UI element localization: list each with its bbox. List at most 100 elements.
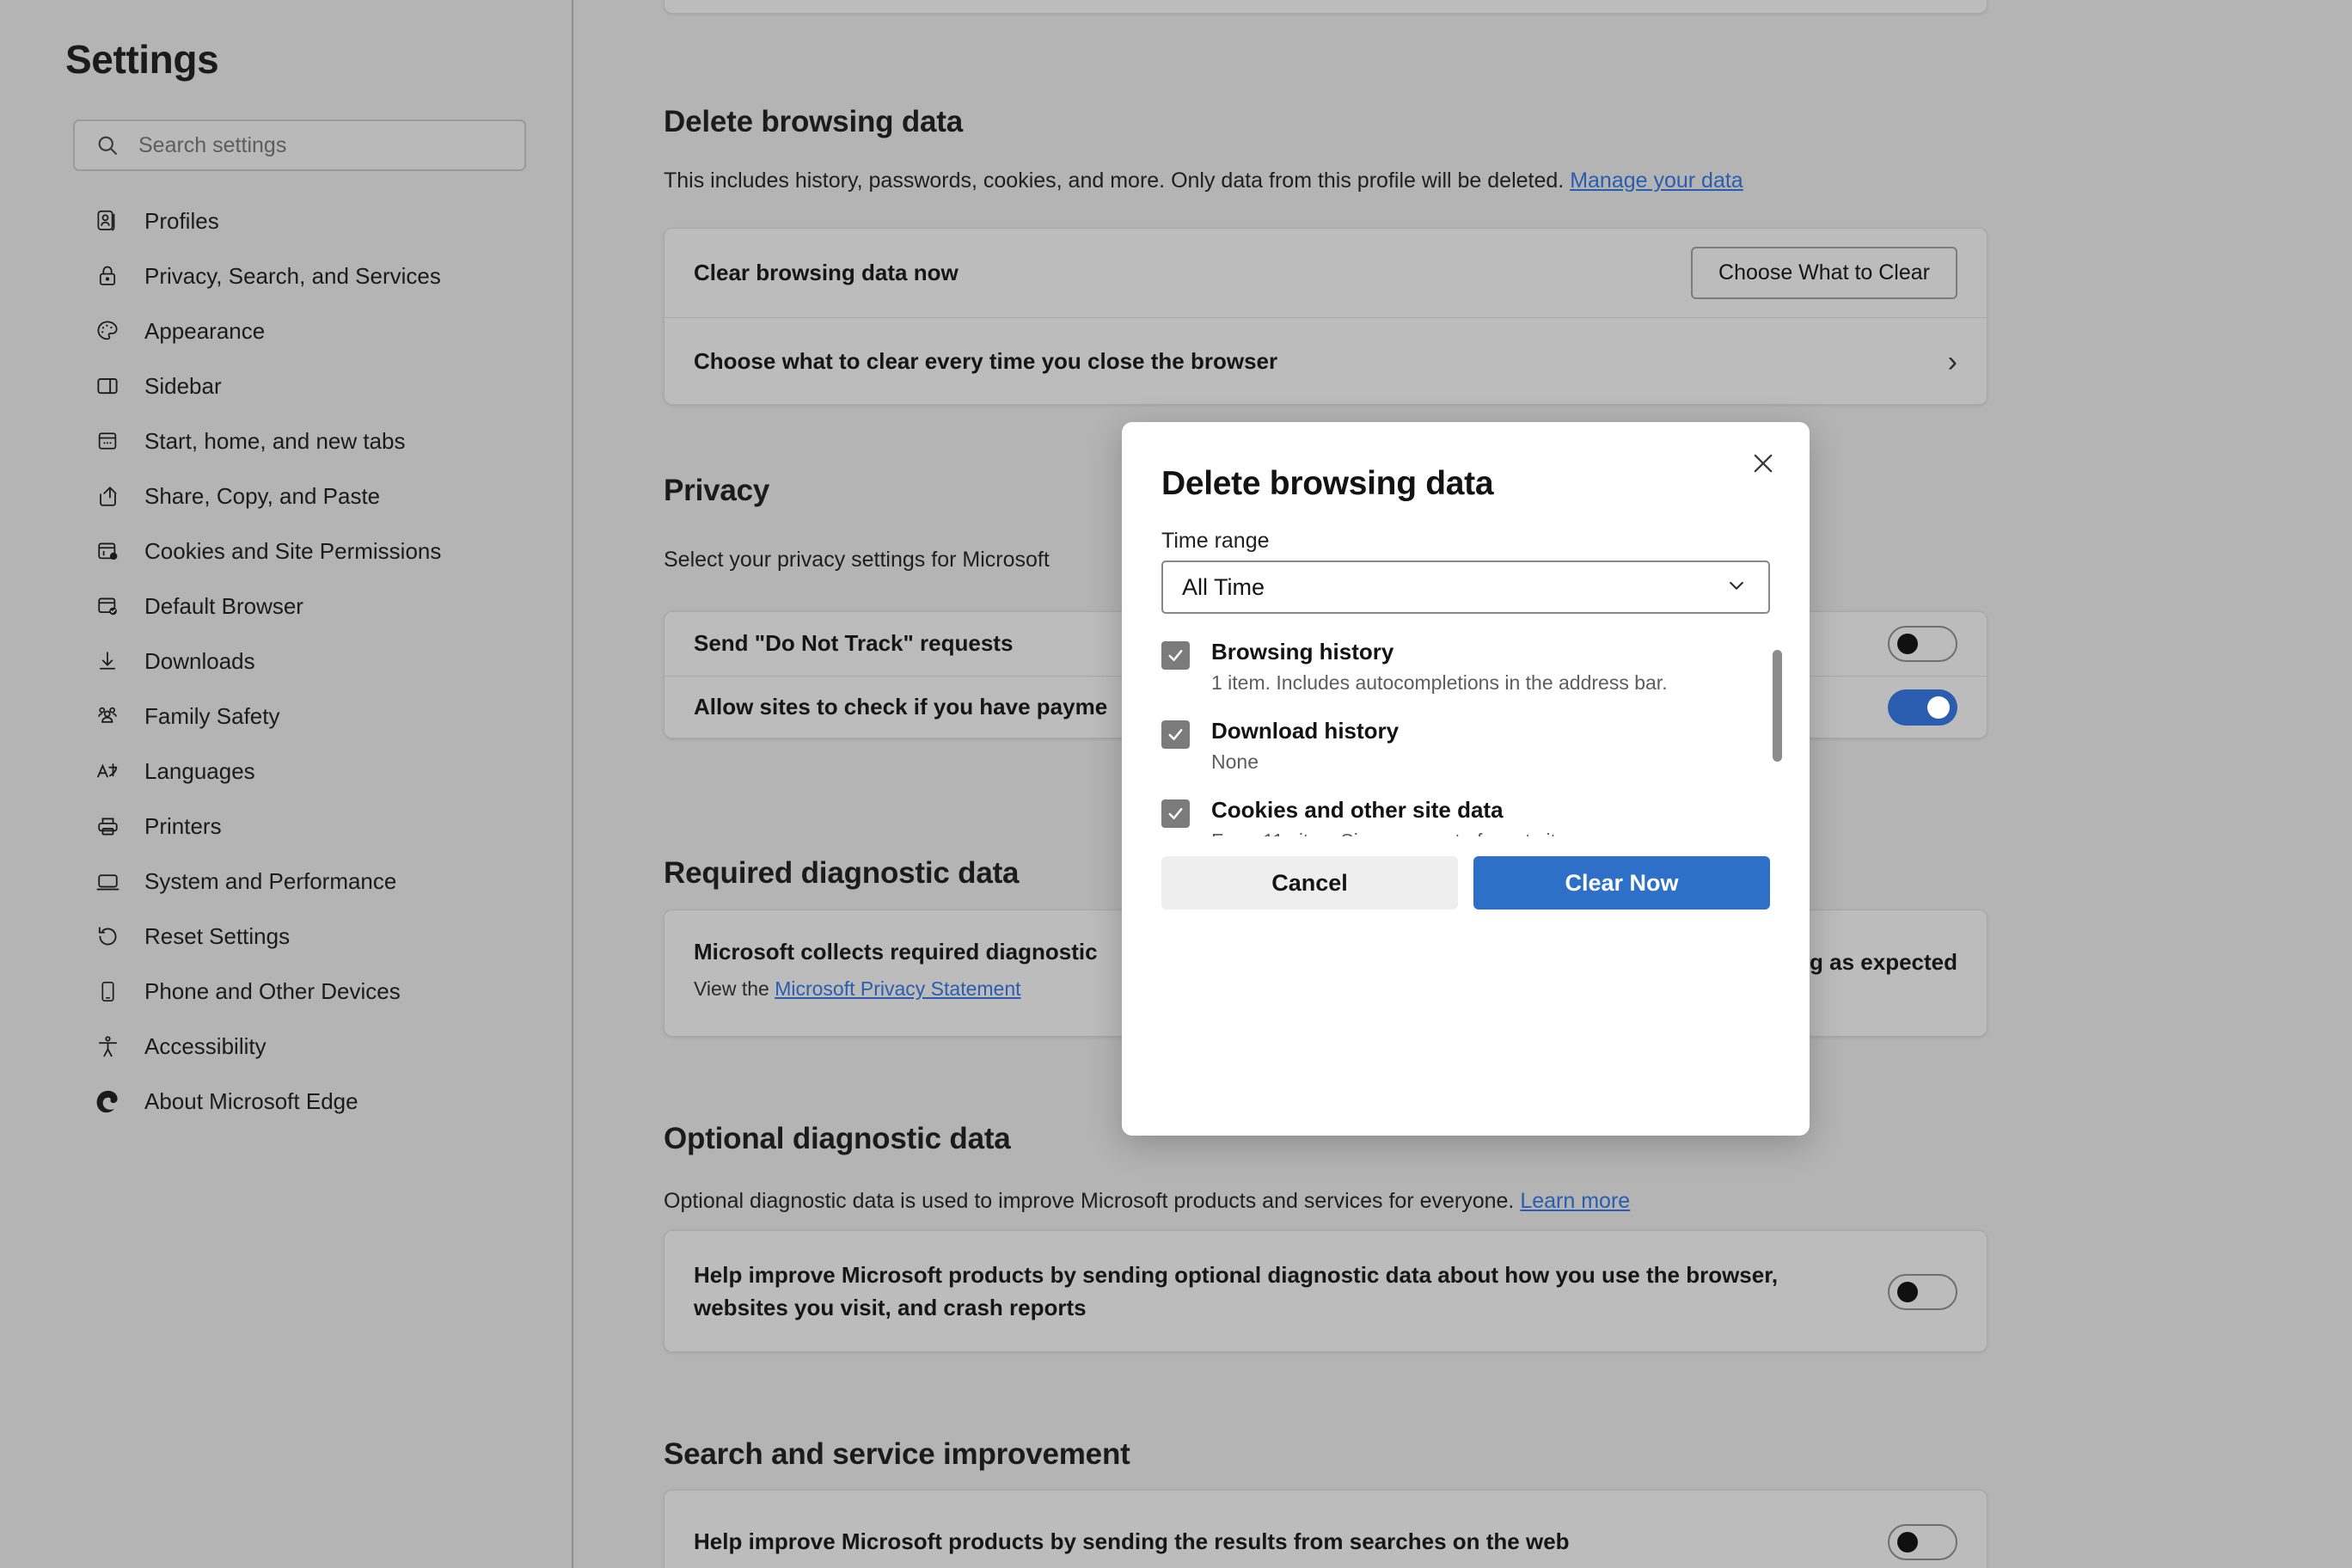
default-browser-icon — [93, 591, 122, 621]
toggle-do-not-track[interactable] — [1888, 626, 1957, 662]
dialog-actions: Cancel Clear Now — [1161, 856, 1770, 910]
close-icon[interactable] — [1741, 441, 1785, 486]
delete-browsing-data-card: Clear browsing data now Choose What to C… — [664, 228, 1988, 405]
choose-what-to-clear-button[interactable]: Choose What to Clear — [1691, 247, 1957, 299]
time-range-label: Time range — [1161, 529, 1270, 553]
list-item: Download history None — [1161, 718, 1770, 774]
sidebar-item-privacy-search-services[interactable]: Privacy, Search, and Services — [0, 248, 573, 303]
checkbox-text-block: Cookies and other site data From 11 site… — [1211, 797, 1583, 836]
sidebar-item-label: About Microsoft Edge — [144, 1087, 358, 1114]
sidebar-item-label: Privacy, Search, and Services — [144, 262, 441, 289]
sidebar-item-phone-and-other-devices[interactable]: Phone and Other Devices — [0, 964, 573, 1019]
sidebar-item-appearance[interactable]: Appearance — [0, 303, 573, 358]
row-search-service-improvement: Help improve Microsoft products by sendi… — [665, 1491, 1987, 1568]
section-heading-delete-browsing-data: Delete browsing data — [664, 105, 964, 138]
clear-now-button[interactable]: Clear Now — [1473, 856, 1770, 910]
sidebar-item-label: Accessibility — [144, 1032, 266, 1059]
section-description-delete-browsing-data: This includes history, passwords, cookie… — [664, 168, 1743, 193]
sidebar-item-profiles[interactable]: Profiles — [0, 193, 573, 248]
manage-your-data-link[interactable]: Manage your data — [1570, 168, 1743, 193]
row-sub: View the Microsoft Privacy Statement — [694, 977, 1098, 1001]
list-item: Browsing history 1 item. Includes autoco… — [1161, 639, 1770, 695]
checkbox-text-block: Download history None — [1211, 718, 1399, 774]
checkbox-description: 1 item. Includes autocompletions in the … — [1211, 671, 1668, 694]
sidebar-item-start-home-new-tabs[interactable]: Start, home, and new tabs — [0, 413, 573, 469]
microsoft-privacy-statement-link[interactable]: Microsoft Privacy Statement — [775, 977, 1020, 1000]
sidebar-item-languages[interactable]: Languages — [0, 744, 573, 799]
row-label: Allow sites to check if you have payme — [694, 694, 1108, 720]
row-optional-diagnostic: Help improve Microsoft products by sendi… — [665, 1231, 1987, 1351]
checkbox-download-history[interactable] — [1161, 720, 1190, 749]
toggle-payment-methods[interactable] — [1888, 689, 1957, 726]
search-input[interactable]: Search settings — [73, 119, 526, 171]
profiles-icon — [93, 206, 122, 236]
sidebar-item-system-and-performance[interactable]: System and Performance — [0, 854, 573, 909]
sidebar-item-label: Profiles — [144, 207, 219, 234]
sidebar-item-accessibility[interactable]: Accessibility — [0, 1019, 573, 1074]
checkbox-label: Download history — [1211, 718, 1400, 744]
sidebar-item-printers[interactable]: Printers — [0, 799, 573, 854]
sidebar-item-sidebar[interactable]: Sidebar — [0, 358, 573, 413]
sidebar-item-label: Start, home, and new tabs — [144, 427, 406, 454]
checkbox-label: Browsing history — [1211, 639, 1394, 665]
toggle-search-service-improvement[interactable] — [1888, 1524, 1957, 1560]
edge-logo-icon — [93, 1087, 122, 1116]
search-placeholder: Search settings — [138, 132, 287, 157]
time-range-select[interactable]: All Time — [1161, 560, 1770, 614]
section-description-optional-diagnostic: Optional diagnostic data is used to impr… — [664, 1189, 1630, 1214]
row-clear-browsing-data-now: Clear browsing data now Choose What to C… — [665, 229, 1987, 317]
settings-page: Settings Search settings Profiles Privac… — [0, 0, 2352, 1568]
learn-more-link[interactable]: Learn more — [1520, 1189, 1630, 1213]
required-diagnostic-text-block: Microsoft collects required diagnostic V… — [694, 936, 1098, 1001]
checkbox-label: Cookies and other site data — [1211, 797, 1504, 823]
accessibility-icon — [93, 1032, 122, 1061]
section-heading-search-service-improvement: Search and service improvement — [664, 1437, 1130, 1471]
page-title: Settings — [65, 37, 219, 82]
sidebar-item-family-safety[interactable]: Family Safety — [0, 689, 573, 744]
sidebar-item-label: Cookies and Site Permissions — [144, 537, 442, 564]
printer-icon — [93, 812, 122, 841]
palette-icon — [93, 316, 122, 346]
sidebar-item-about-microsoft-edge[interactable]: About Microsoft Edge — [0, 1074, 573, 1129]
toggle-knob — [1897, 1281, 1918, 1302]
search-icon — [95, 133, 119, 157]
checkbox-description: None — [1211, 750, 1259, 773]
phone-icon — [93, 977, 122, 1006]
sidebar-item-downloads[interactable]: Downloads — [0, 634, 573, 689]
sidebar-item-cookies-site-permissions[interactable]: Cookies and Site Permissions — [0, 524, 573, 579]
system-icon — [93, 867, 122, 896]
row-label: Help improve Microsoft products by sendi… — [694, 1528, 1570, 1555]
sidebar-item-default-browser[interactable]: Default Browser — [0, 579, 573, 634]
checkbox-browsing-history[interactable] — [1161, 641, 1190, 670]
sidebar-item-label: Phone and Other Devices — [144, 977, 401, 1004]
optional-diagnostic-card: Help improve Microsoft products by sendi… — [664, 1230, 1988, 1352]
dialog-scrollbar[interactable] — [1773, 650, 1782, 762]
row-choose-what-to-clear-on-close[interactable]: Choose what to clear every time you clos… — [665, 317, 1987, 404]
dialog-title: Delete browsing data — [1161, 465, 1494, 502]
row-label: Clear browsing data now — [694, 259, 959, 285]
cancel-button[interactable]: Cancel — [1161, 856, 1458, 910]
time-range-value: All Time — [1182, 573, 1265, 600]
sidebar-item-label: Family Safety — [144, 702, 280, 729]
sidebar-item-label: Default Browser — [144, 592, 303, 619]
row-label: Microsoft collects required diagnostic — [694, 939, 1098, 965]
checkbox-cookies-and-other-site-data[interactable] — [1161, 799, 1190, 828]
sidebar-item-label: System and Performance — [144, 867, 397, 894]
partial-card-top — [664, 0, 1988, 14]
toggle-knob — [1897, 1532, 1918, 1553]
section-heading-optional-diagnostic-data: Optional diagnostic data — [664, 1122, 1011, 1155]
window-tabs-icon — [93, 426, 122, 456]
sidebar-item-label: Printers — [144, 812, 222, 839]
sidebar-item-share-copy-paste[interactable]: Share, Copy, and Paste — [0, 469, 573, 524]
toggle-knob — [1897, 634, 1918, 654]
sidebar-icon — [93, 371, 122, 401]
toggle-optional-diagnostic[interactable] — [1888, 1273, 1957, 1310]
view-the-prefix: View the — [694, 977, 769, 1000]
sidebar-item-label: Sidebar — [144, 372, 222, 399]
sidebar-item-reset-settings[interactable]: Reset Settings — [0, 909, 573, 964]
section-heading-required-diagnostic-data: Required diagnostic data — [664, 856, 1020, 890]
sidebar-item-label: Reset Settings — [144, 922, 291, 949]
row-label: Help improve Microsoft products by sendi… — [694, 1261, 1779, 1320]
cookies-permissions-icon — [93, 536, 122, 566]
toggle-knob — [1927, 696, 1950, 719]
